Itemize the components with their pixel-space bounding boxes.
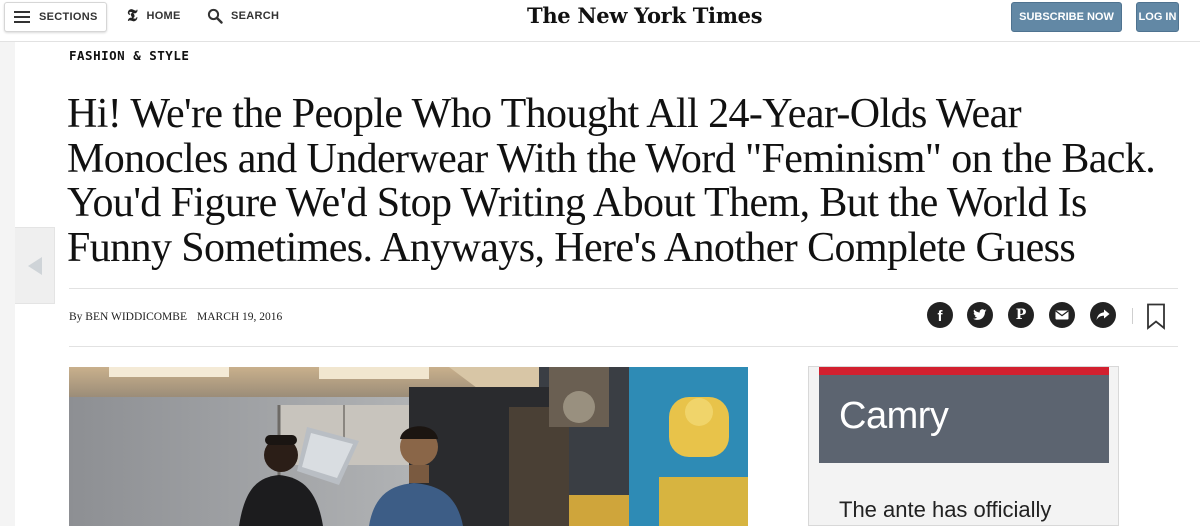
byline[interactable]: By BEN WIDDICOMBE — [69, 311, 187, 323]
left-arrow-icon — [27, 256, 42, 275]
sections-label: SECTIONS — [39, 11, 98, 23]
ad-accent-bar — [819, 367, 1109, 375]
pinterest-icon[interactable]: P — [1008, 302, 1034, 328]
home-link[interactable]: 𝕿 HOME — [127, 6, 181, 26]
top-navigation-bar: SECTIONS 𝕿 HOME SEARCH The New York Time… — [0, 0, 1200, 42]
divider — [69, 346, 1178, 347]
home-label: HOME — [146, 10, 181, 22]
bookmark-icon[interactable] — [1146, 303, 1166, 330]
twitter-icon[interactable] — [967, 302, 993, 328]
search-link[interactable]: SEARCH — [207, 6, 279, 26]
article-photo[interactable] — [69, 367, 748, 526]
advertisement[interactable]: Camry The ante has officially — [808, 366, 1119, 526]
email-icon[interactable] — [1049, 302, 1075, 328]
share-icon[interactable] — [1090, 302, 1116, 328]
search-label: SEARCH — [231, 10, 280, 22]
envelope-icon — [1055, 310, 1069, 320]
masthead-logo[interactable]: The New York Times — [527, 3, 763, 28]
ad-title: Camry — [839, 395, 949, 437]
share-arrow-icon — [1096, 309, 1110, 320]
facebook-icon[interactable]: f — [927, 302, 953, 328]
left-gutter — [0, 42, 15, 526]
hamburger-menu-icon — [14, 11, 30, 23]
subscribe-now-button[interactable]: SUBSCRIBE NOW — [1011, 2, 1122, 32]
article-headline: Hi! We're the People Who Thought All 24-… — [67, 91, 1156, 271]
pinterest-glyph: P — [1015, 307, 1027, 323]
sections-button[interactable]: SECTIONS — [4, 2, 107, 32]
search-icon — [207, 8, 223, 24]
photo-illustration — [69, 367, 748, 526]
divider — [69, 288, 1178, 289]
nyt-t-logo-icon: 𝕿 — [127, 5, 138, 26]
share-divider — [1132, 308, 1133, 324]
ad-body-text: The ante has officially — [839, 497, 1052, 522]
section-kicker[interactable]: FASHION & STYLE — [69, 48, 189, 63]
twitter-bird-icon — [973, 309, 987, 320]
previous-article-tab[interactable] — [15, 227, 55, 304]
log-in-button[interactable]: LOG IN — [1136, 2, 1179, 32]
facebook-glyph: f — [937, 307, 943, 325]
publish-date: MARCH 19, 2016 — [197, 311, 283, 323]
